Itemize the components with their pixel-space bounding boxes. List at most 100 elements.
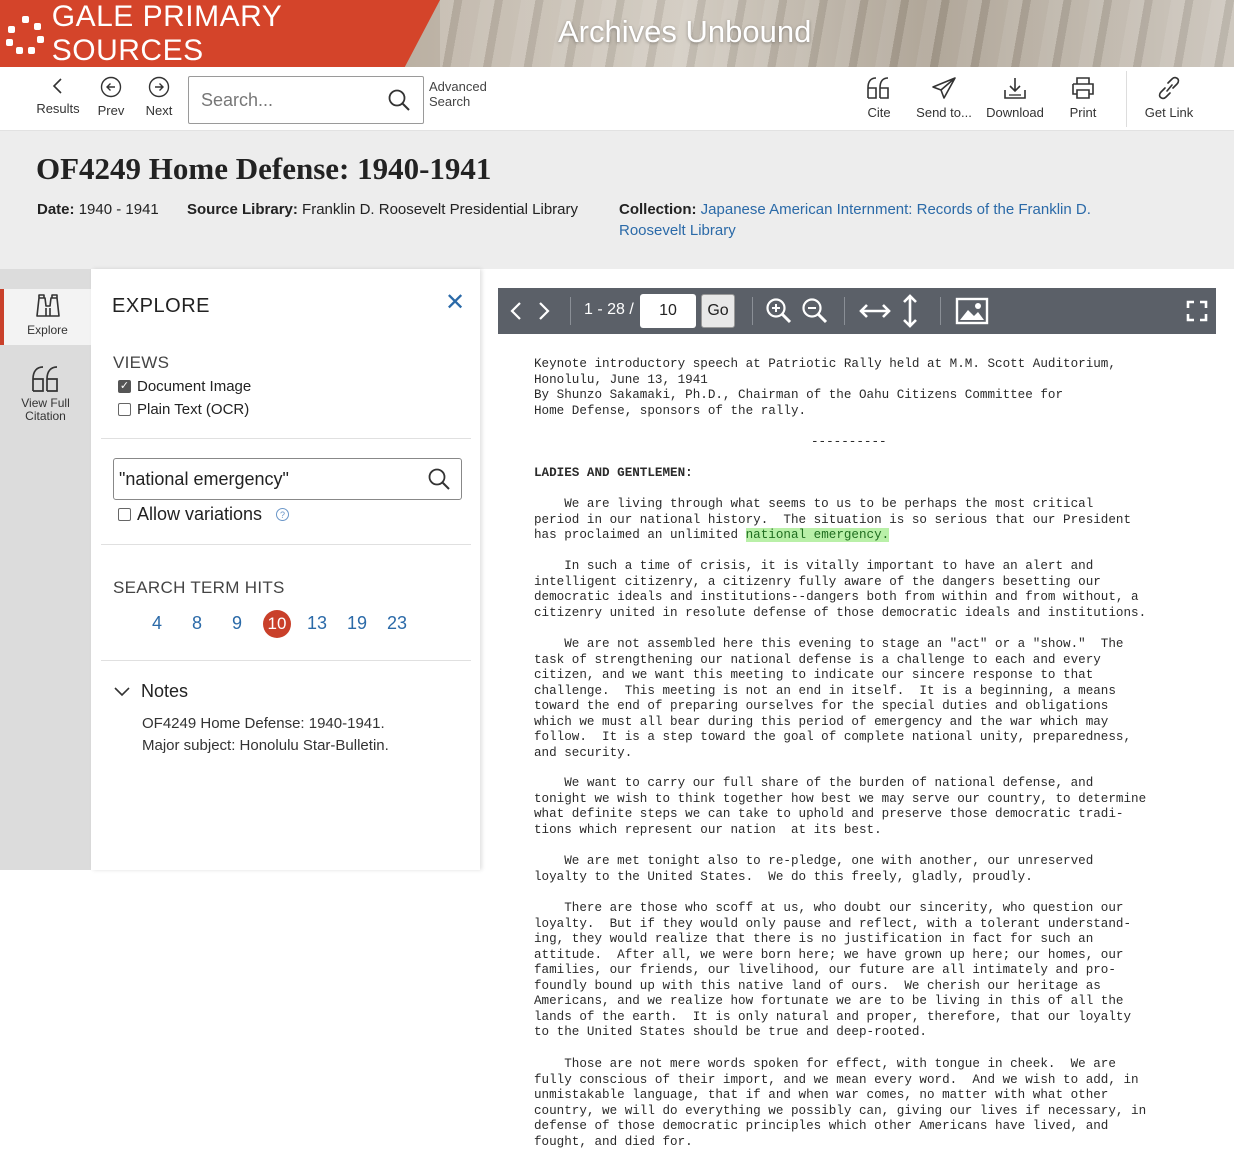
toolbar-separator [570,297,571,325]
hit-page-link[interactable]: 8 [177,609,217,638]
page-range: 1 - 28 / [584,301,634,318]
hit-page-link[interactable]: 19 [337,609,377,638]
document-collection: Collection: Japanese American Internment… [619,199,1139,241]
notes-toggle[interactable]: Notes [113,681,188,702]
prev-button[interactable]: Prev [92,67,130,131]
fullscreen-icon[interactable] [1184,288,1210,334]
hit-page-link[interactable]: 13 [297,609,337,638]
typed-header: Keynote introductory speech at Patriotic… [534,357,1116,418]
page-number-input[interactable]: 10 [640,294,696,328]
allow-variations-option[interactable]: Allow variations ? [118,504,290,525]
document-title: OF4249 Home Defense: 1940-1941 [36,151,492,186]
fit-width-icon[interactable] [856,288,894,334]
link-icon [1158,76,1180,100]
get-link-button[interactable]: Get Link [1138,67,1200,131]
fit-height-icon[interactable] [898,288,922,334]
search-within-value: "national emergency" [119,468,289,489]
document-image[interactable]: Keynote introductory speech at Patriotic… [498,340,1216,1161]
divider [101,544,471,545]
checkbox-checked-icon[interactable]: ✓ [118,380,131,393]
view-document-image-label: Document Image [137,378,252,395]
search-icon[interactable] [387,88,411,112]
rail-view-citation[interactable]: View Full Citation [0,365,91,429]
hit-page-link[interactable]: 9 [217,609,257,638]
search-within-input[interactable]: "national emergency" [113,458,462,500]
collection-link-line1: Japanese American Internment: Records of… [700,201,1091,218]
typed-paragraph: There are those who scoff at us, who dou… [534,901,1132,1039]
search-input[interactable]: Search... [188,76,424,124]
download-button[interactable]: Download [982,67,1048,131]
gale-logo-icon [6,14,46,54]
header-banner: GALE PRIMARY SOURCES Archives Unbound [0,0,1234,67]
advanced-search-link[interactable]: Advanced Search [429,79,499,109]
binoculars-icon [35,294,60,317]
document-header: OF4249 Home Defense: 1940-1941 Date: 194… [0,131,1234,269]
search-icon[interactable] [427,467,451,491]
hit-page-link[interactable]: 4 [137,609,177,638]
search-term-hits-label: SEARCH TERM HITS [113,578,285,597]
download-label: Download [986,105,1044,120]
explore-title: EXPLORE [112,295,210,317]
zoom-out-icon[interactable] [800,288,830,334]
typed-paragraph: In such a time of crisis, it is vitally … [534,559,1147,620]
collection-label: Collection: [619,201,697,218]
quote-icon [867,77,889,99]
send-to-label: Send to... [916,105,972,120]
go-button[interactable]: Go [701,294,735,328]
typed-paragraph: Those are not mere words spoken for effe… [534,1057,1147,1149]
chevron-right-icon[interactable] [532,288,556,334]
search-hit-highlight: national emergency. [745,528,890,542]
hit-page-link[interactable]: 23 [377,609,417,638]
chevron-left-icon [52,78,62,94]
prev-label: Prev [97,103,125,118]
printer-icon [1072,77,1094,99]
checkbox-unchecked-icon[interactable] [118,403,131,416]
left-rail: Explore View Full Citation [0,269,91,870]
chevron-down-icon [114,686,130,696]
advanced-search-line1: Advanced [429,79,487,94]
view-ocr-option[interactable]: Plain Text (OCR) [118,401,249,418]
typed-paragraph: We are met tonight also to re-pledge, on… [534,854,1094,884]
views-label: VIEWS [113,353,170,372]
document-source: Source Library: Franklin D. Roosevelt Pr… [187,199,578,220]
zoom-in-icon[interactable] [764,288,794,334]
brand-logo[interactable]: GALE PRIMARY SOURCES [0,0,440,67]
chevron-left-icon[interactable] [504,288,528,334]
quote-icon [31,366,58,392]
rail-explore[interactable]: Explore [0,289,91,345]
image-icon[interactable] [954,288,990,334]
source-label: Source Library: [187,201,298,218]
date-label: Date: [37,201,75,218]
divider [101,438,471,439]
notes-content: OF4249 Home Defense: 1940-1941. Major su… [142,713,389,757]
toolbar-separator [752,297,753,325]
allow-variations-label: Allow variations [137,504,263,524]
print-label: Print [1069,105,1097,120]
next-button[interactable]: Next [140,67,178,131]
explore-panel: EXPLORE ✕ VIEWS ✓ Document Image Plain T… [91,269,480,870]
advanced-search-line2: Search [429,94,471,109]
hit-page-current[interactable]: 10 [257,609,297,638]
notes-line: Major subject: Honolulu Star-Bulletin. [142,737,389,754]
cite-button[interactable]: Cite [852,67,906,131]
notes-label: Notes [141,681,189,701]
close-icon[interactable]: ✕ [445,291,465,315]
toolbar-divider [1126,71,1127,127]
help-icon[interactable]: ? [276,508,290,521]
results-button[interactable]: Results [32,67,84,131]
search-placeholder: Search... [201,89,274,110]
source-value: Franklin D. Roosevelt Presidential Libra… [302,201,578,218]
collection-link-line2: Roosevelt Library [619,222,736,239]
get-link-label: Get Link [1144,105,1194,120]
typed-paragraph: We are not assembled here this evening t… [534,637,1132,760]
print-button[interactable]: Print [1058,67,1108,131]
typed-rule: ---------- [811,435,887,449]
typed-paragraph: We want to carry our full share of the b… [534,776,1147,837]
view-document-image-option[interactable]: ✓ Document Image [118,378,251,395]
archive-title: Archives Unbound [558,14,812,49]
checkbox-unchecked-icon[interactable] [118,508,131,521]
typed-salutation: LADIES AND GENTLEMEN: [534,466,693,480]
toolbar: Results Prev Next Search... Advanced Sea… [0,67,1234,131]
cite-label: Cite [867,105,891,120]
send-to-button[interactable]: Send to... [912,67,976,131]
